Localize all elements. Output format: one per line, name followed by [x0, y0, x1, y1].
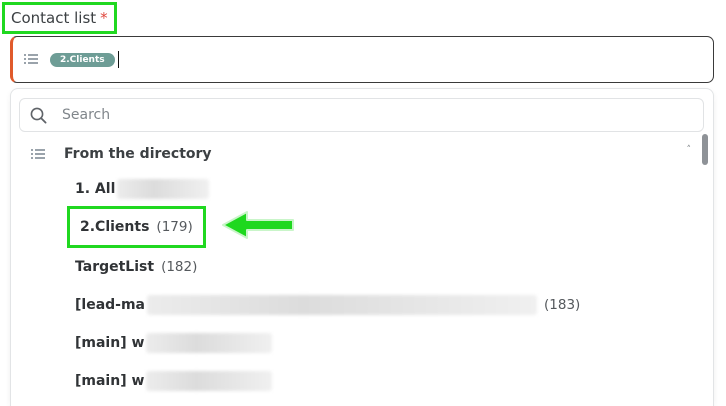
search-box[interactable] — [19, 98, 704, 132]
item-name: [main] w — [75, 335, 145, 351]
list-item-highlighted[interactable]: 2.Clients (179) — [67, 206, 206, 248]
dropdown-panel: From the directory ˄ 1. All 2.Clients (1… — [10, 88, 714, 406]
list-item[interactable]: TargetList (182) — [75, 255, 197, 279]
search-icon — [30, 107, 47, 124]
page: Contact list * 2.Clients From the direct… — [0, 0, 726, 406]
blurred-text — [146, 371, 273, 391]
chevron-up-icon[interactable]: ˄ — [687, 145, 692, 155]
required-mark: * — [100, 9, 108, 27]
blurred-text — [146, 333, 273, 353]
list-item[interactable]: [main] w — [75, 369, 273, 393]
list-item[interactable]: [main] w — [75, 331, 273, 355]
selected-chip[interactable]: 2.Clients — [50, 52, 115, 67]
group-list-icon — [31, 148, 45, 160]
item-name: 1. All — [75, 181, 116, 197]
scrollbar-thumb[interactable] — [702, 134, 708, 165]
group-header[interactable]: From the directory ˄ — [31, 143, 691, 165]
list-item[interactable]: [lead-ma (183) — [75, 293, 580, 317]
text-caret — [117, 51, 119, 68]
list-icon — [24, 54, 38, 65]
item-name: [lead-ma — [75, 297, 146, 313]
search-input[interactable] — [60, 106, 664, 124]
list-item[interactable]: 1. All — [75, 177, 210, 201]
field-label: Contact list * — [2, 2, 117, 34]
contact-list-select[interactable]: 2.Clients — [10, 36, 714, 83]
field-label-text: Contact list — [11, 9, 97, 27]
item-name: 2.Clients — [80, 219, 150, 235]
arrow-left-icon — [222, 211, 294, 239]
item-count: (183) — [544, 297, 581, 313]
item-name: [main] w — [75, 373, 145, 389]
item-name: TargetList — [75, 259, 155, 275]
group-title: From the directory — [64, 146, 212, 162]
blurred-text — [147, 295, 538, 315]
blurred-text — [117, 179, 210, 199]
item-count: (182) — [161, 259, 198, 275]
item-count: (179) — [156, 219, 193, 235]
